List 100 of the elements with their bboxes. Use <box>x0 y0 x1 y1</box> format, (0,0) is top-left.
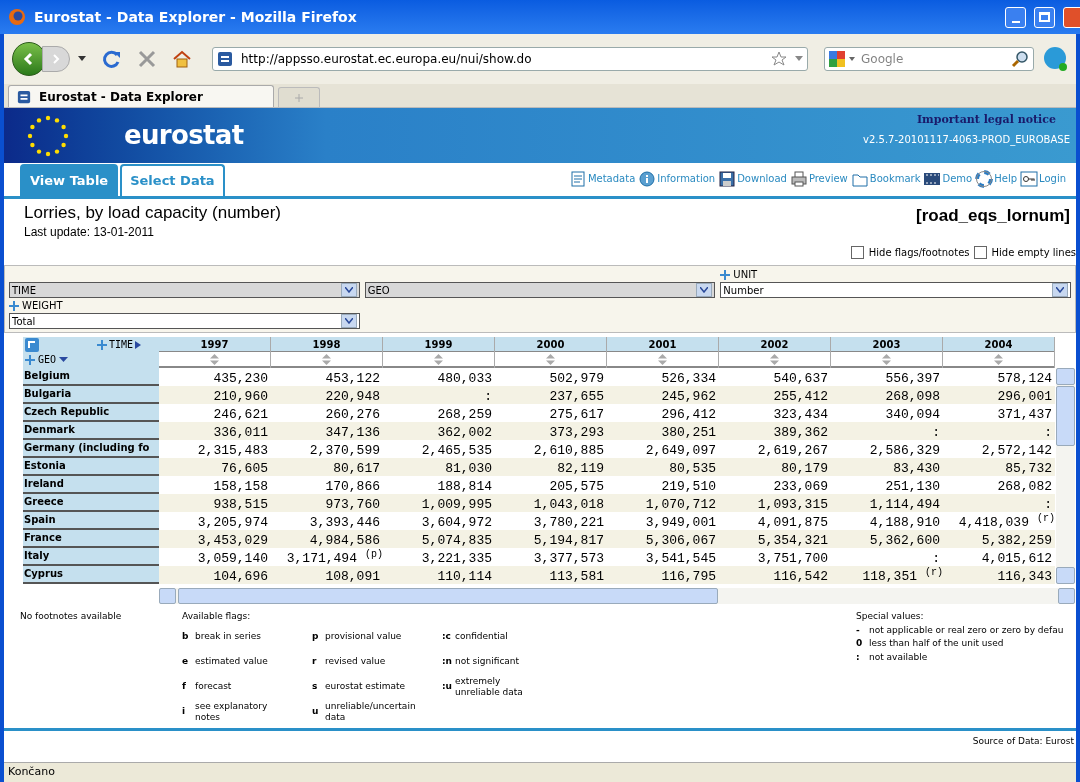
toolbar-button[interactable]: Bookmark <box>850 169 921 188</box>
column-header: 2004 <box>943 337 1054 352</box>
table-cell: 220,948 <box>271 386 383 404</box>
table-cell: : <box>831 422 943 440</box>
dataset-title: Lorries, by load capacity (number) <box>24 203 281 223</box>
horizontal-scrollbar[interactable] <box>159 588 1075 604</box>
table-cell: 5,354,321 <box>719 530 831 548</box>
table-cell: 336,011 <box>159 422 271 440</box>
row-dimension: GEO <box>38 353 57 367</box>
search-engine-icon[interactable] <box>829 51 857 67</box>
move-icon <box>96 339 107 350</box>
flag-description: confidential <box>455 631 509 642</box>
table-cell: 118,351 $^{(r)}$ <box>831 566 943 584</box>
table-cell: 5,382,259 <box>943 530 1055 548</box>
flag-code: :c <box>442 629 450 643</box>
lifebuoy-icon <box>975 169 994 188</box>
search-field[interactable]: Google <box>824 47 1034 71</box>
document-icon <box>568 169 587 188</box>
checkbox[interactable] <box>850 246 864 259</box>
toolbar-button[interactable]: Login <box>1020 169 1066 188</box>
toolbar-button[interactable]: Demo <box>923 169 973 188</box>
caret-icon[interactable] <box>795 56 803 62</box>
column-header: 2000 <box>495 337 606 352</box>
flags-title: Available flags: <box>182 610 252 623</box>
reload-icon[interactable] <box>102 49 122 69</box>
table-cell: 82,119 <box>495 458 607 476</box>
special-value-code: : <box>856 650 861 664</box>
browser-tab[interactable]: Eurostat - Data Explorer <box>8 85 274 107</box>
table-cell: 4,984,586 <box>271 530 383 548</box>
maximize-button[interactable] <box>1034 6 1055 28</box>
flag-description: estimated value <box>195 656 269 667</box>
dataset-code: [road_eqs_lornum] <box>916 205 1070 227</box>
table-cell: 268,098 <box>831 386 943 404</box>
dimension-select[interactable]: Total <box>9 313 360 329</box>
row-header: Spain <box>23 512 159 530</box>
history-caret-icon[interactable] <box>78 56 86 62</box>
view-tab[interactable]: View Table <box>20 164 119 196</box>
address-field[interactable]: http://appsso.eurostat.ec.europa.eu/nui/show.do <box>212 47 808 71</box>
sort-icon[interactable] <box>658 353 667 365</box>
checkbox[interactable] <box>973 246 987 259</box>
table-cell: 1,070,712 <box>607 494 719 512</box>
down-arrow-icon[interactable] <box>59 356 69 363</box>
sort-icon[interactable] <box>546 353 555 365</box>
row-header: Estonia <box>23 458 159 476</box>
table-cell: 1,114,494 <box>831 494 943 512</box>
flag-code: :n <box>442 654 450 668</box>
dropdown-caret-icon <box>1052 283 1068 297</box>
dimension-select[interactable]: Number <box>720 282 1071 298</box>
right-arrow-icon[interactable] <box>135 340 141 349</box>
toolbar-button[interactable]: Information <box>638 169 716 188</box>
table-cell: 362,002 <box>383 422 495 440</box>
vertical-scrollbar[interactable] <box>1056 368 1075 584</box>
star-icon[interactable] <box>771 51 787 67</box>
flag-description: forecast <box>195 681 233 692</box>
sort-icon[interactable] <box>770 353 779 365</box>
table-cell: 3,453,029 <box>159 530 271 548</box>
sort-icon[interactable] <box>434 353 443 365</box>
pivot-icon[interactable] <box>25 337 39 352</box>
search-icon[interactable] <box>1011 50 1029 68</box>
special-value-description: not applicable or real zero or zero by defau <box>869 623 1064 637</box>
column-header: 2001 <box>607 337 718 352</box>
legal-notice-link[interactable]: Important legal notice <box>916 112 1056 129</box>
move-icon <box>720 269 731 280</box>
toolbar-button[interactable]: Preview <box>789 169 848 188</box>
search-input[interactable]: Google <box>861 50 1007 68</box>
checkbox-label: Hide empty lines <box>991 246 1076 260</box>
row-header: France <box>23 530 159 548</box>
close-button[interactable] <box>1063 6 1080 28</box>
row-header: Belgium <box>23 368 159 386</box>
flag-description: revised value <box>325 656 387 667</box>
site-logo: eurostat <box>124 119 245 152</box>
table-cell: 5,194,817 <box>495 530 607 548</box>
toolbar-button[interactable]: Download <box>718 169 787 188</box>
flag-code: p <box>312 629 320 643</box>
special-values-title: Special values: <box>856 610 925 623</box>
dimension-select[interactable]: TIME <box>9 282 360 298</box>
home-icon[interactable] <box>172 49 192 69</box>
table-cell: 80,617 <box>271 458 383 476</box>
table-cell: 76,605 <box>159 458 271 476</box>
table-cell: 938,515 <box>159 494 271 512</box>
sort-icon[interactable] <box>994 353 1003 365</box>
column-header: 2002 <box>719 337 830 352</box>
special-value-description: less than half of the unit used <box>869 637 1004 650</box>
table-cell: 5,306,067 <box>607 530 719 548</box>
table-cell: 110,114 <box>383 566 495 584</box>
minimize-button[interactable] <box>1005 6 1026 28</box>
printer-icon <box>789 169 808 188</box>
sort-icon[interactable] <box>210 353 219 365</box>
row-header: Ireland <box>23 476 159 494</box>
checkbox-label: Hide flags/footnotes <box>868 246 970 260</box>
dimension-select[interactable]: GEO <box>364 282 716 298</box>
sort-icon[interactable] <box>322 353 331 365</box>
info-icon <box>638 169 657 188</box>
view-tab[interactable]: Select Data <box>120 164 225 196</box>
stop-icon[interactable] <box>138 50 156 68</box>
toolbar-button[interactable]: Help <box>975 169 1017 188</box>
browser-logo-icon <box>8 8 26 26</box>
special-value-description: not available <box>869 650 928 664</box>
toolbar-button[interactable]: Metadata <box>568 169 636 188</box>
sort-icon[interactable] <box>882 353 891 365</box>
